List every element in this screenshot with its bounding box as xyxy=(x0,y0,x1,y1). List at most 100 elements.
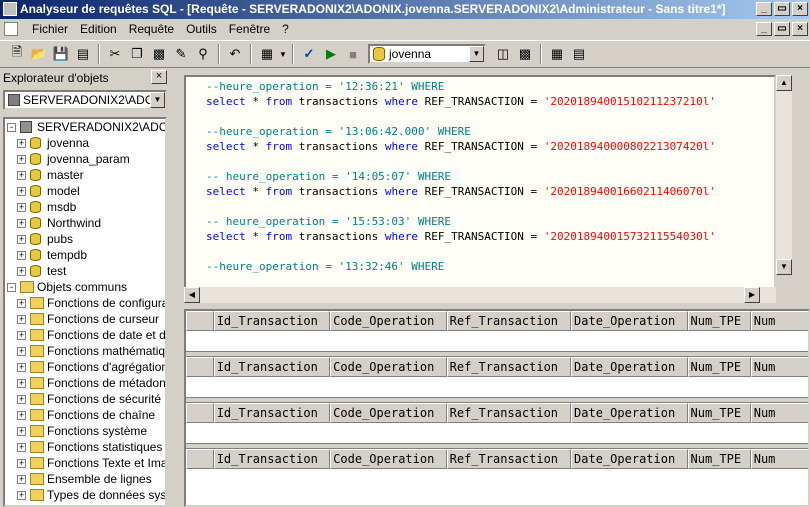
object-tree[interactable]: - SERVERADONIX2\ADONIX + jovenna + jovenna_pa… xyxy=(3,117,167,507)
menu-edition[interactable]: Edition xyxy=(74,22,123,36)
parse-check-icon[interactable]: ✓ xyxy=(298,43,320,65)
expand-icon[interactable]: + xyxy=(17,459,26,468)
expand-icon[interactable]: + xyxy=(17,235,26,244)
column-header[interactable]: Id_Transaction xyxy=(213,311,331,331)
cut-icon[interactable]: ✂ xyxy=(104,43,126,65)
tree-item[interactable]: + Fonctions d'agrégation xyxy=(5,359,165,375)
tree-item[interactable]: + Fonctions de curseur xyxy=(5,311,165,327)
results-grid-icon[interactable]: ▦ xyxy=(256,43,278,65)
tree-item[interactable]: + Ensemble de lignes xyxy=(5,471,165,487)
column-header[interactable]: Num_TPE xyxy=(687,449,751,469)
scroll-down-icon[interactable]: ▼ xyxy=(776,259,792,275)
restore-button[interactable]: ▭ xyxy=(774,2,790,16)
properties-icon[interactable]: ▦ xyxy=(546,43,568,65)
chevron-down-icon[interactable]: ▼ xyxy=(150,92,165,108)
find-icon[interactable]: ⚲ xyxy=(192,43,214,65)
mdi-restore-button[interactable]: ▭ xyxy=(774,22,790,36)
chevron-down-icon[interactable]: ▼ xyxy=(469,46,484,62)
collapse-icon[interactable]: - xyxy=(7,283,16,292)
expand-icon[interactable]: + xyxy=(17,155,26,164)
grid-corner-cell[interactable] xyxy=(186,449,214,469)
grid-corner-cell[interactable] xyxy=(186,403,214,423)
column-header[interactable]: Date_Operation xyxy=(571,311,688,331)
expand-icon[interactable]: + xyxy=(17,331,26,340)
server-select[interactable]: SERVERADONIX2\ADONIX ▼ xyxy=(3,90,167,110)
tree-item[interactable]: - SERVERADONIX2\ADONIX xyxy=(5,119,165,135)
database-select[interactable]: jovenna ▼ xyxy=(368,44,486,64)
new-query-icon[interactable]: 🗎 xyxy=(6,43,28,65)
result-grid[interactable]: Id_Transaction Code_Operation Ref_Transact… xyxy=(186,449,808,491)
result-grid[interactable]: Id_Transaction Code_Operation Ref_Transact… xyxy=(186,357,808,403)
tree-item[interactable]: + test xyxy=(5,263,165,279)
editor-vertical-scrollbar[interactable]: ▲ ▼ xyxy=(776,75,792,275)
results-pane[interactable]: Id_Transaction Code_Operation Ref_Transact… xyxy=(184,309,810,507)
scroll-right-icon[interactable]: ▶ xyxy=(744,287,760,303)
tree-item[interactable]: + Fonctions de chaîne xyxy=(5,407,165,423)
tree-item[interactable]: + Types de données systèr xyxy=(5,487,165,503)
result-grid[interactable]: Id_Transaction Code_Operation Ref_Transact… xyxy=(186,311,808,357)
undo-icon[interactable]: ↶ xyxy=(224,43,246,65)
dropdown-arrow-icon[interactable]: ▼ xyxy=(278,43,288,65)
expand-icon[interactable]: + xyxy=(17,443,26,452)
execution-plan-icon[interactable]: ◫ xyxy=(492,43,514,65)
column-header[interactable]: Ref_Transaction xyxy=(446,403,572,423)
menu-fenetre[interactable]: Fenêtre xyxy=(223,22,276,36)
tree-item[interactable]: + Fonctions système xyxy=(5,423,165,439)
expand-icon[interactable]: + xyxy=(17,315,26,324)
menu-requete[interactable]: Requête xyxy=(123,22,180,36)
close-button[interactable]: × xyxy=(792,2,808,16)
column-header[interactable]: Date_Operation xyxy=(571,449,688,469)
scroll-left-icon[interactable]: ◀ xyxy=(184,287,200,303)
grid-corner-cell[interactable] xyxy=(186,311,214,331)
column-header[interactable]: Code_Operation xyxy=(330,449,447,469)
tree-item[interactable]: + jovenna xyxy=(5,135,165,151)
save-icon[interactable]: 💾 xyxy=(50,43,72,65)
column-header[interactable]: Date_Operation xyxy=(571,403,688,423)
column-header[interactable]: Num_TPE xyxy=(687,311,751,331)
expand-icon[interactable]: + xyxy=(17,139,26,148)
tree-item[interactable]: + Fonctions Texte et Image xyxy=(5,455,165,471)
tree-item[interactable]: + model xyxy=(5,183,165,199)
tree-item[interactable]: + master xyxy=(5,167,165,183)
grid-corner-cell[interactable] xyxy=(186,357,214,377)
expand-icon[interactable]: + xyxy=(17,299,26,308)
menu-outils[interactable]: Outils xyxy=(180,22,223,36)
column-header[interactable]: Ref_Transaction xyxy=(446,449,572,469)
mdi-close-button[interactable]: × xyxy=(792,22,808,36)
column-header[interactable]: Code_Operation xyxy=(330,357,447,377)
expand-icon[interactable]: + xyxy=(17,219,26,228)
open-folder-icon[interactable]: 📂 xyxy=(28,43,50,65)
collapse-icon[interactable]: - xyxy=(7,123,16,132)
tree-item[interactable]: + tempdb xyxy=(5,247,165,263)
document-icon[interactable] xyxy=(4,22,18,36)
explorer-close-button[interactable]: × xyxy=(151,70,167,84)
script-icon[interactable]: ▤ xyxy=(72,43,94,65)
tree-item[interactable]: + Fonctions statistiques du xyxy=(5,439,165,455)
tree-item[interactable]: + pubs xyxy=(5,231,165,247)
expand-icon[interactable]: + xyxy=(17,395,26,404)
result-grid[interactable]: Id_Transaction Code_Operation Ref_Transact… xyxy=(186,403,808,449)
paste-icon[interactable]: ▩ xyxy=(148,43,170,65)
query-editor[interactable]: --heure_operation = '12:36:21' WHERE sele… xyxy=(184,75,776,289)
column-header[interactable]: Num xyxy=(750,357,808,377)
column-header[interactable]: Id_Transaction xyxy=(213,449,331,469)
expand-icon[interactable]: + xyxy=(17,203,26,212)
column-header[interactable]: Id_Transaction xyxy=(213,403,331,423)
copy-icon[interactable]: ❐ xyxy=(126,43,148,65)
column-header[interactable]: Num_TPE xyxy=(687,403,751,423)
expand-icon[interactable]: + xyxy=(17,347,26,356)
column-header[interactable]: Id_Transaction xyxy=(213,357,331,377)
app-icon[interactable] xyxy=(3,2,17,16)
tree-item[interactable]: + Fonctions de sécurité xyxy=(5,391,165,407)
tree-item[interactable]: + Fonctions de configuratio xyxy=(5,295,165,311)
expand-icon[interactable]: + xyxy=(17,171,26,180)
expand-icon[interactable]: + xyxy=(17,363,26,372)
column-header[interactable]: Num_TPE xyxy=(687,357,751,377)
expand-icon[interactable]: + xyxy=(17,491,26,500)
column-header[interactable]: Num xyxy=(750,311,808,331)
expand-icon[interactable]: + xyxy=(17,187,26,196)
expand-icon[interactable]: + xyxy=(17,379,26,388)
stop-icon[interactable]: ■ xyxy=(342,43,364,65)
expand-icon[interactable]: + xyxy=(17,251,26,260)
tree-item[interactable]: + msdb xyxy=(5,199,165,215)
